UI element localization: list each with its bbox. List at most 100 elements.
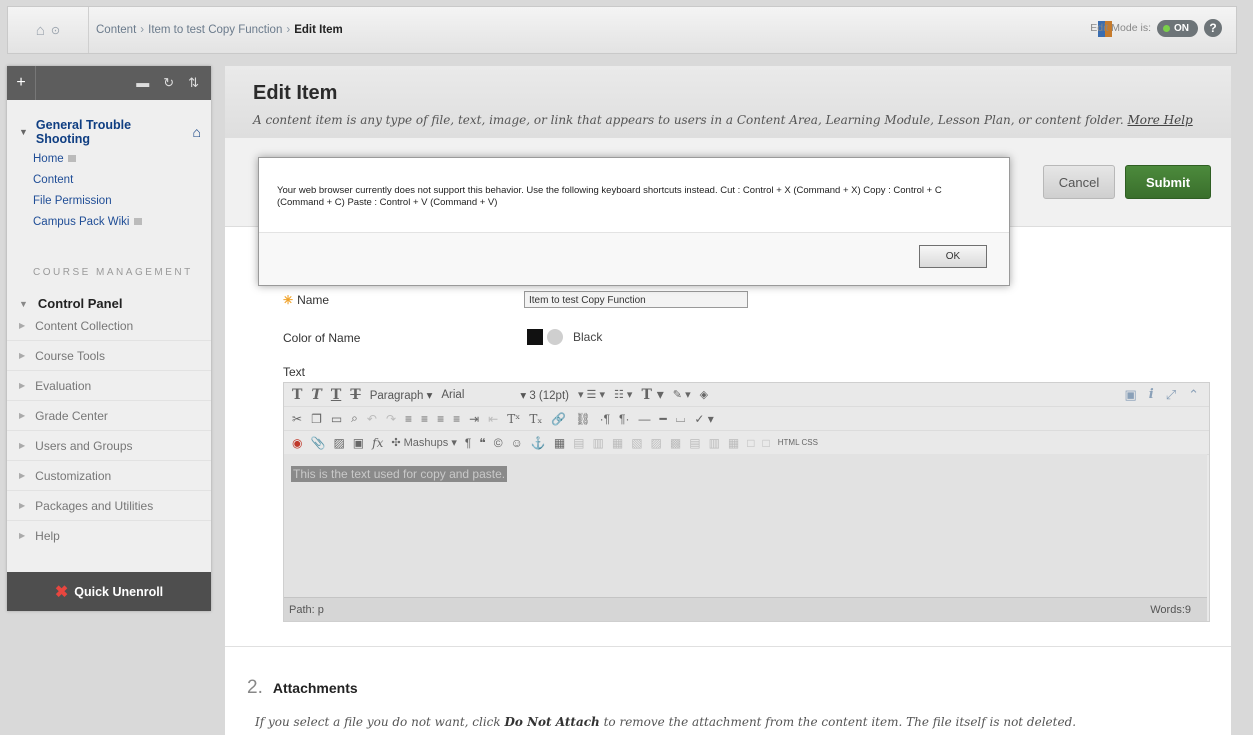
- editor-path: Path: p: [289, 603, 324, 616]
- align-left-icon[interactable]: ≡: [405, 412, 412, 426]
- breadcrumb-content[interactable]: Content: [96, 24, 136, 36]
- display-menu-icon[interactable]: ▬: [136, 75, 149, 91]
- color-dropdown-icon[interactable]: [547, 329, 563, 345]
- info-icon[interactable]: i: [1149, 387, 1154, 403]
- table-row-icon[interactable]: ▤: [573, 436, 584, 450]
- clear-format-icon[interactable]: ◈: [700, 388, 708, 401]
- cut-icon[interactable]: ✂: [292, 412, 302, 426]
- undo-icon[interactable]: ↶: [367, 412, 377, 426]
- table-delete-icon[interactable]: ▩: [670, 436, 681, 450]
- numbered-list-icon[interactable]: ☷ ▾: [614, 388, 632, 401]
- help-icon[interactable]: ?: [1204, 19, 1222, 37]
- sidebar-item-campus-pack-wiki[interactable]: Campus Pack Wiki: [19, 212, 201, 233]
- more-help-link[interactable]: More Help: [1127, 113, 1192, 127]
- table-merge-icon[interactable]: ▧: [631, 436, 642, 450]
- table-extra-icon[interactable]: □: [747, 436, 754, 450]
- sidebar-item-content[interactable]: Content: [19, 170, 201, 191]
- spellcheck-icon[interactable]: ✓ ▾: [694, 412, 713, 426]
- underline-t-icon[interactable]: T: [331, 387, 341, 403]
- math-icon[interactable]: fx: [372, 436, 383, 450]
- cp-item-grade-center[interactable]: ▶ Grade Center: [7, 401, 211, 431]
- cp-item-users-and-groups[interactable]: ▶ Users and Groups: [7, 431, 211, 461]
- edit-mode-toggle[interactable]: ON: [1157, 19, 1198, 37]
- find-icon[interactable]: ⌕: [351, 411, 358, 426]
- sidebar-item-file-permission[interactable]: File Permission: [19, 191, 201, 212]
- edit-mode: Edit Mode is: ON ?: [1090, 19, 1222, 37]
- selected-text[interactable]: This is the text used for copy and paste…: [291, 466, 508, 482]
- anchor-icon[interactable]: ⚓: [531, 436, 546, 450]
- control-panel-header[interactable]: ▼ Control Panel: [7, 278, 211, 311]
- cp-item-help[interactable]: ▶ Help: [7, 521, 211, 550]
- outdent-icon[interactable]: ⇤: [488, 412, 498, 426]
- table-row-props-icon[interactable]: ▥: [709, 436, 720, 450]
- refresh-icon[interactable]: ↻: [163, 75, 174, 91]
- name-input[interactable]: Item to test Copy Function: [524, 291, 748, 308]
- ltr-icon[interactable]: ·¶: [600, 412, 610, 426]
- ok-button[interactable]: OK: [919, 245, 987, 268]
- align-center-icon[interactable]: ≡: [421, 412, 428, 426]
- course-title[interactable]: ▼ General Trouble Shooting ⌂: [19, 118, 201, 146]
- breadcrumb-item[interactable]: Item to test Copy Function: [148, 24, 282, 36]
- cp-item-course-tools[interactable]: ▶ Course Tools: [7, 341, 211, 371]
- cancel-button[interactable]: Cancel: [1043, 165, 1115, 199]
- table-props-icon[interactable]: ▤: [689, 436, 700, 450]
- superscript-icon[interactable]: Tˣ: [507, 412, 520, 426]
- html-css-button[interactable]: HTML CSS: [778, 438, 818, 447]
- attach-file-icon[interactable]: 📎: [310, 436, 325, 450]
- font-size-select[interactable]: ▾ 3 (12pt): [520, 388, 569, 402]
- editor-content-area[interactable]: This is the text used for copy and paste…: [284, 454, 1207, 597]
- paste-icon[interactable]: ▭: [331, 412, 342, 426]
- align-right-icon[interactable]: ≡: [437, 412, 444, 426]
- nonbreaking-space-icon[interactable]: ⌴: [676, 411, 686, 426]
- color-swatch[interactable]: [527, 329, 543, 345]
- submit-button[interactable]: Submit: [1125, 165, 1211, 199]
- thick-rule-icon[interactable]: ━: [660, 412, 667, 426]
- copyright-icon[interactable]: ©: [494, 436, 503, 450]
- bullet-list-icon[interactable]: ▾ ☰ ▾: [578, 388, 605, 401]
- fullscreen-icon[interactable]: ⤢: [1166, 387, 1176, 403]
- cp-item-packages-and-utilities[interactable]: ▶ Packages and Utilities: [7, 491, 211, 521]
- emoticon-icon[interactable]: ☺: [511, 436, 523, 450]
- word-count: Words:9: [1150, 603, 1191, 616]
- reorder-icon[interactable]: ⇅: [188, 75, 199, 91]
- link-icon[interactable]: 🔗: [551, 412, 566, 426]
- add-menu-item-icon[interactable]: +: [7, 66, 36, 100]
- table-extra-2-icon[interactable]: □: [763, 436, 770, 450]
- cp-item-evaluation[interactable]: ▶ Evaluation: [7, 371, 211, 401]
- home-button[interactable]: ⌂ ⊙: [8, 7, 89, 53]
- text-color-icon[interactable]: T ▾: [641, 387, 663, 403]
- sidebar-item-home[interactable]: Home: [19, 149, 201, 170]
- redo-icon[interactable]: ↷: [386, 412, 396, 426]
- mashups-select[interactable]: ✣ Mashups ▾: [391, 436, 457, 449]
- bold-t-icon[interactable]: T: [292, 387, 302, 403]
- quick-unenroll-button[interactable]: ✖ Quick Unenroll: [7, 572, 211, 611]
- cp-item-customization[interactable]: ▶ Customization: [7, 461, 211, 491]
- insert-image-icon[interactable]: ▨: [333, 436, 344, 450]
- preview-icon[interactable]: ▣: [1124, 387, 1136, 403]
- mashup-icon[interactable]: ◉: [292, 436, 302, 450]
- color-picker[interactable]: Black: [527, 329, 602, 345]
- table-col-icon[interactable]: ▥: [593, 436, 604, 450]
- insert-media-icon[interactable]: ▣: [353, 436, 364, 450]
- quote-icon[interactable]: ❝: [479, 436, 485, 450]
- subscript-icon[interactable]: Tₓ: [529, 412, 542, 426]
- indent-icon[interactable]: ⇥: [469, 412, 479, 426]
- table-cell-icon[interactable]: ▦: [612, 436, 623, 450]
- strikethrough-t-icon[interactable]: T: [350, 387, 360, 403]
- cp-item-content-collection[interactable]: ▶ Content Collection: [7, 311, 211, 341]
- rtl-icon[interactable]: ¶·: [619, 412, 629, 426]
- paragraph-select[interactable]: Paragraph ▾: [370, 388, 433, 402]
- copy-icon[interactable]: ❐: [311, 412, 322, 426]
- italic-t-icon[interactable]: T: [311, 387, 321, 403]
- table-cell-props-icon[interactable]: ▦: [728, 436, 739, 450]
- insert-table-icon[interactable]: ▦: [554, 436, 565, 450]
- font-select[interactable]: Arial: [441, 389, 511, 401]
- justify-icon[interactable]: ≡: [453, 412, 460, 426]
- table-split-icon[interactable]: ▨: [651, 436, 662, 450]
- collapse-toolbar-icon[interactable]: ⌃: [1188, 387, 1199, 403]
- horizontal-rule-icon[interactable]: —: [639, 412, 651, 426]
- course-sidebar: + ▬ ↻ ⇅ ▼ General Trouble Shooting ⌂ Hom…: [7, 66, 211, 611]
- unlink-icon[interactable]: ⛓: [575, 412, 590, 426]
- highlight-icon[interactable]: ✎ ▾: [673, 388, 691, 401]
- paragraph-mark-icon[interactable]: ¶: [465, 436, 471, 450]
